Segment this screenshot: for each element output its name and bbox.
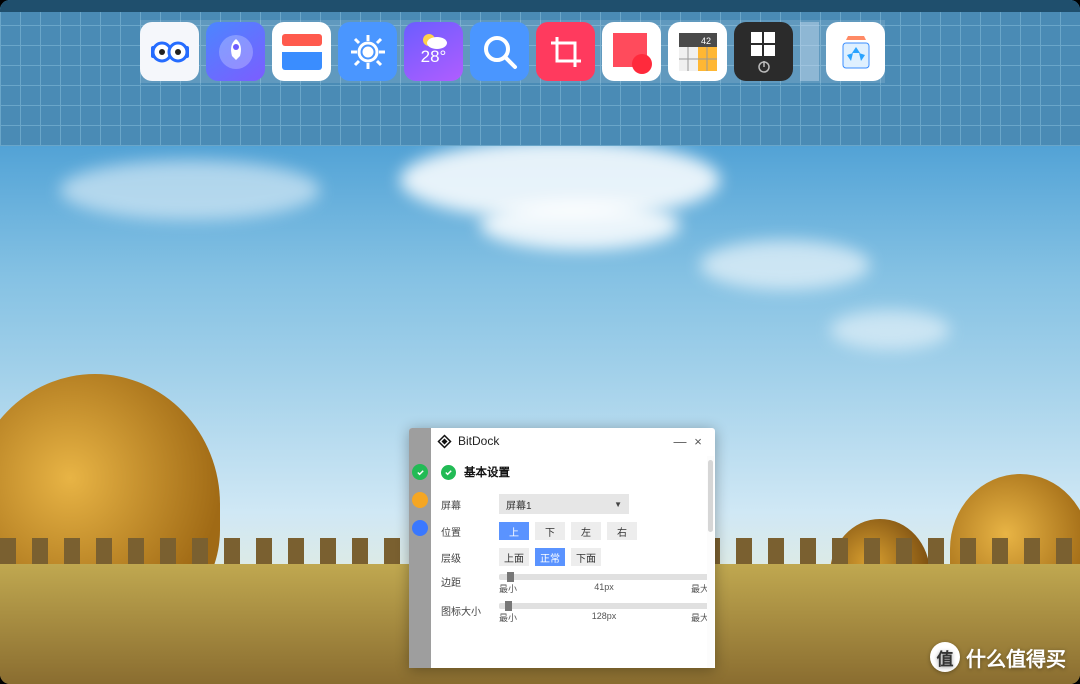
minimize-button[interactable]: —	[671, 434, 689, 449]
position-bottom-button[interactable]: 下	[535, 522, 565, 540]
settings-scrollbar[interactable]	[707, 456, 714, 668]
rocket-launcher-icon[interactable]	[206, 22, 265, 81]
margin-slider[interactable]	[499, 574, 709, 580]
position-top-button[interactable]: 上	[499, 522, 529, 540]
weather-reading: 28°	[421, 47, 447, 67]
watermark: 值 什么值得买	[930, 642, 1066, 672]
position-left-button[interactable]: 左	[571, 522, 601, 540]
watermark-badge: 值	[930, 642, 960, 672]
icon-size-label: 图标大小	[441, 603, 499, 624]
watermark-text: 什么值得买	[966, 643, 1066, 672]
section-check-icon	[441, 465, 456, 480]
settings-section-header: 基本设置	[431, 454, 715, 484]
layer-above-button[interactable]: 上面	[499, 548, 529, 566]
settings-titlebar: BitDock — ×	[431, 428, 715, 454]
settings-gear-icon[interactable]	[338, 22, 397, 81]
search-icon[interactable]	[470, 22, 529, 81]
screen-select[interactable]: 屏幕1	[499, 494, 629, 514]
desktop-wallpaper: 28° 42 BitDock	[0, 0, 1080, 684]
icon-size-value: 128px	[592, 611, 617, 624]
screenshot-crop-icon[interactable]	[536, 22, 595, 81]
scale-min: 最小	[499, 611, 517, 624]
settings-sidebar	[409, 428, 431, 668]
bitdock-settings-window: BitDock — × 基本设置 屏幕 屏幕1 位置 上 下	[409, 428, 715, 668]
layer-label: 层级	[441, 550, 499, 565]
svg-text:42: 42	[700, 36, 710, 46]
position-label: 位置	[441, 524, 499, 539]
recycle-bin-icon[interactable]	[826, 22, 885, 81]
layer-normal-button[interactable]: 正常	[535, 548, 565, 566]
layer-below-button[interactable]: 下面	[571, 548, 601, 566]
start-menu-icon[interactable]	[734, 22, 793, 81]
dock-bar: 28° 42	[140, 20, 885, 83]
sidebar-tab-appearance[interactable]	[412, 492, 428, 508]
section-title: 基本设置	[464, 464, 510, 480]
icon-size-slider[interactable]	[499, 603, 709, 609]
sidebar-tab-advanced[interactable]	[412, 520, 428, 536]
geek-app-icon[interactable]	[140, 22, 199, 81]
dock-separator	[800, 22, 819, 81]
position-right-button[interactable]: 右	[607, 522, 637, 540]
margin-value: 41px	[594, 582, 614, 595]
scrollbar-thumb[interactable]	[708, 460, 713, 532]
close-button[interactable]: ×	[689, 434, 707, 449]
bitdock-logo-icon	[437, 434, 452, 449]
sidebar-tab-general[interactable]	[412, 464, 428, 480]
sticky-notes-icon[interactable]	[602, 22, 661, 81]
settings-app-title: BitDock	[458, 434, 499, 448]
calculator-icon[interactable]: 42	[668, 22, 727, 81]
scale-min: 最小	[499, 582, 517, 595]
weather-icon[interactable]: 28°	[404, 22, 463, 81]
screen-label: 屏幕	[441, 497, 499, 512]
files-folder-icon[interactable]	[272, 22, 331, 81]
margin-label: 边距	[441, 574, 499, 595]
